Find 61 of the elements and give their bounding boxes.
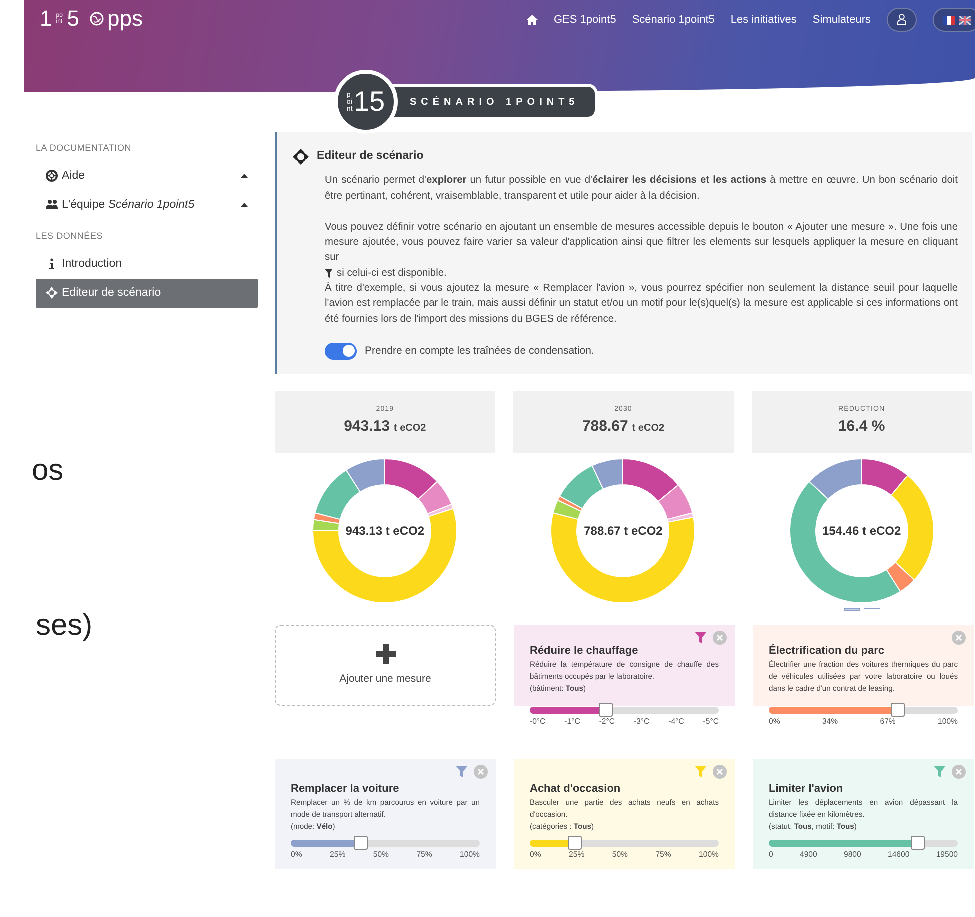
slider-handle[interactable]	[354, 836, 368, 850]
stat-value: 943.13	[344, 416, 390, 437]
filter-icon[interactable]	[695, 632, 707, 644]
nav-link[interactable]: Scénario 1point5	[632, 12, 715, 28]
stat-unit: t eCO2	[394, 422, 426, 436]
lifebuoy-icon	[46, 170, 58, 182]
page-banner-title: SCÉNARIO 1POINT5	[390, 84, 598, 120]
toggle-switch[interactable]	[325, 342, 357, 360]
plus-icon	[376, 644, 396, 664]
slider-handle[interactable]	[890, 702, 905, 717]
language-button[interactable]	[933, 8, 975, 32]
crosshair-icon	[46, 287, 58, 300]
user-icon	[897, 14, 907, 26]
intro-paragraph: Un scénario permet d'explorer un futur possible en vue d'éclairer les décisions et les actions à mettre en œuvre. Un bon scénario doit être pertinant, cohérent, vraisemblable, transparent et utile pour aider à la décision.	[325, 174, 958, 204]
nav-link[interactable]: GES 1point5	[554, 12, 616, 28]
logo-text: 1	[40, 8, 52, 30]
filter-icon[interactable]	[934, 766, 946, 778]
stat-value: 788.67	[582, 416, 628, 437]
sidebar-item[interactable]: Editeur de scénario	[36, 278, 258, 308]
panel-title: Editeur de scénario	[317, 149, 424, 164]
caret-icon[interactable]	[241, 174, 248, 178]
home-icon[interactable]	[526, 15, 538, 25]
user-button[interactable]	[887, 8, 917, 32]
measure-title: Limiter l'avion	[769, 782, 844, 797]
sidebar-item[interactable]: Introduction	[36, 250, 258, 279]
text-fragment: ses)	[36, 608, 94, 644]
nav-link[interactable]: Les initiatives	[730, 12, 797, 28]
measure-title: Réduire le chauffage	[530, 644, 640, 659]
add-measure-button[interactable]: Ajouter une mesure	[275, 624, 496, 706]
slider-handle[interactable]	[911, 836, 926, 850]
sidebar-item[interactable]: Aide	[36, 162, 258, 191]
slider-handle[interactable]	[568, 836, 582, 850]
people-icon	[46, 199, 58, 212]
stat-unit: t eCO2	[632, 422, 665, 436]
filter-icon	[325, 268, 333, 278]
intro-paragraph: si celui-ci est disponible.	[337, 266, 447, 281]
intro-paragraph: À titre d'exemple, si vous ajoutez la mesure « Remplacer l'avion », vous pourrez spécifier non seulement la distance seuil pour laquelle l'avion est remplacée par le train, mais aussi définir un statut et/ou un motif pour le(s)quel(s) la mesure est applicable si ces informations ont été fournies lors de l'import des missions du BGES de référence.	[325, 281, 958, 327]
caret-icon[interactable]	[241, 203, 248, 208]
measure-title: Électrification du parc	[769, 643, 886, 659]
french-flag-icon	[943, 16, 955, 24]
section-heading: LES DONNÉES	[36, 230, 104, 243]
uk-flag-icon	[959, 16, 971, 24]
logo-text: 5	[67, 8, 80, 30]
toggle-label: Prendre en compte les traînées de condensation.	[365, 344, 594, 359]
logo-text: pps	[108, 8, 143, 30]
chart-center-label: 154.46 t eCO2	[822, 522, 902, 540]
carousel-indicator[interactable]	[844, 608, 860, 611]
carousel-indicator[interactable]	[864, 608, 880, 611]
crosshair-icon	[293, 148, 309, 165]
measure-title: Remplacer la voiture	[291, 782, 400, 797]
text-fragment: os	[32, 453, 65, 489]
nav-link[interactable]: Simulateurs	[812, 12, 871, 28]
chart-center-label: 788.67 t eCO2	[584, 522, 663, 540]
filter-icon[interactable]	[456, 766, 468, 778]
section-heading: LA DOCUMENTATION	[36, 142, 132, 155]
stat-value: 16.4 %	[838, 416, 886, 437]
measure-title: Achat d'occasion	[530, 782, 622, 797]
slider-handle[interactable]	[598, 702, 613, 717]
chart-center-label: 943.13 t eCO2	[346, 522, 425, 540]
sidebar-item[interactable]: L'équipe Scénario 1point5	[36, 190, 258, 220]
globe-icon	[90, 12, 104, 26]
